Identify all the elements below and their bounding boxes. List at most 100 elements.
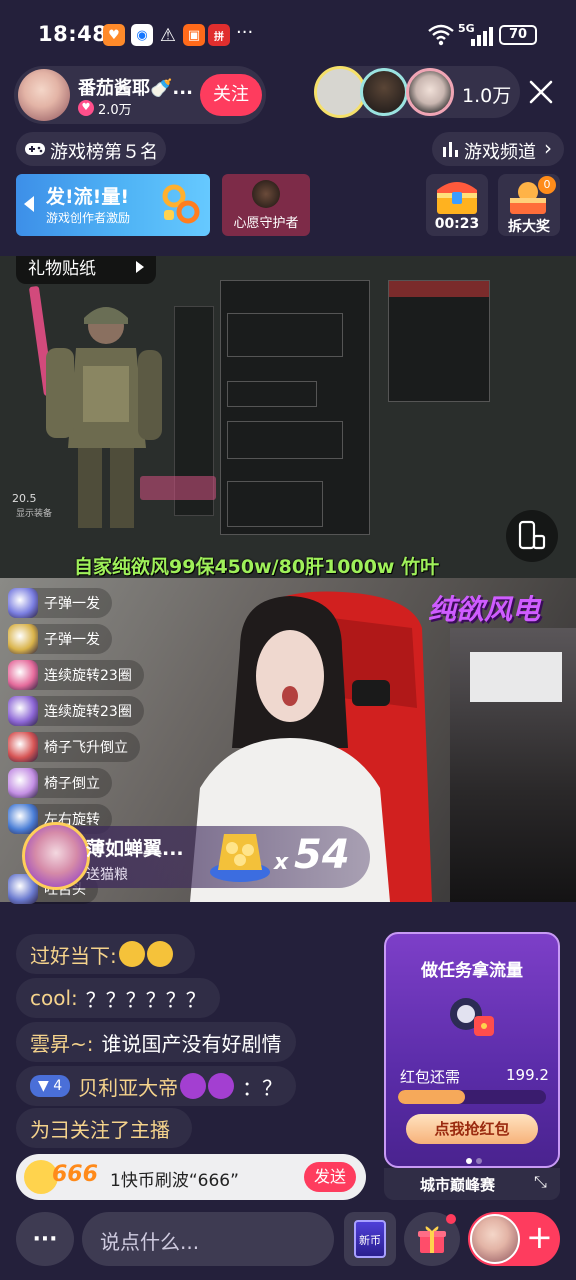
- cat-food-icon: [210, 834, 270, 882]
- quick-send-bar[interactable]: 666 1快币刷波“666” 发送: [16, 1154, 366, 1200]
- quick-send-button[interactable]: 发送: [304, 1162, 356, 1192]
- quick-send-badge: 666: [52, 1162, 98, 1187]
- streamer-follow-shortcut[interactable]: +: [468, 1212, 560, 1266]
- hud-hint: 显示装备: [16, 509, 53, 519]
- gift-list-item: 子弹一发: [8, 624, 112, 654]
- big-prize[interactable]: 0 拆大奖: [498, 174, 560, 236]
- more-button[interactable]: ···: [16, 1212, 74, 1266]
- task-card[interactable]: 做任务拿流量 红包还需 199.2 点我抢红包: [384, 932, 560, 1168]
- chat-username[interactable]: 雲昇~:: [30, 1028, 94, 1057]
- collapse-icon[interactable]: ⤡: [534, 1172, 547, 1192]
- taobao-icon: ♥: [103, 24, 125, 46]
- grab-redpacket-button[interactable]: 点我抢红包: [406, 1114, 538, 1144]
- gift-icon: [8, 768, 38, 798]
- game-channel-link[interactable]: 游戏频道 ›: [432, 132, 564, 166]
- loot-header: [389, 281, 489, 297]
- chest-timer: 00:23: [434, 216, 480, 232]
- pinduoduo-icon: 拼: [208, 24, 230, 46]
- chat-text: ？？？？？？: [85, 987, 206, 1012]
- battery-indicator: 70: [499, 25, 537, 45]
- redpacket-progress: [398, 1090, 546, 1104]
- viewer-avatar-3[interactable]: [406, 68, 454, 116]
- gift-list-item: 椅子倒立: [8, 768, 112, 798]
- chat-message[interactable]: cool: ？？？？？？: [16, 978, 220, 1018]
- inventory-grid: [227, 421, 343, 459]
- promo-banner[interactable]: 发!流!量! 游戏创作者激励: [16, 174, 210, 236]
- chat-username[interactable]: 过好当下:: [30, 940, 117, 969]
- rotate-screen-icon: [518, 520, 546, 550]
- sender-avatar[interactable]: [22, 822, 90, 890]
- gift-icon: [8, 732, 38, 762]
- gift-box-icon: [418, 1226, 446, 1253]
- streamer-fans: 2.0万: [98, 103, 132, 118]
- game-channel-label: 游戏频道: [464, 142, 536, 163]
- chat-username[interactable]: 贝利亚大帝: [78, 1072, 178, 1101]
- chat-text: 谁说国产没有好剧情: [101, 1031, 282, 1056]
- gift-combo-banner[interactable]: 薄如蝉翼... 送猫粮 x 54: [22, 822, 370, 890]
- treasure-chest[interactable]: 00:23: [426, 174, 488, 236]
- streamer-avatar[interactable]: [18, 69, 70, 121]
- game-screen[interactable]: 20.5 显示装备 礼物贴纸 自家纯欲风99保450w/80肝1000w 竹叶: [0, 256, 576, 578]
- chat-message[interactable]: 雲昇~: 谁说国产没有好剧情: [16, 1022, 296, 1062]
- redpacket-progress-fill: [398, 1090, 465, 1104]
- chest-icon: [437, 182, 477, 214]
- gift-list-label: 子弹一发: [44, 596, 100, 612]
- comment-placeholder: 说点什么...: [100, 1230, 200, 1254]
- warning-icon: ⚠: [159, 24, 177, 46]
- viewer-avatar-1[interactable]: [314, 66, 366, 118]
- inventory-grid: [227, 481, 323, 527]
- app-icon: ▣: [183, 24, 205, 46]
- wish-guardian[interactable]: 心愿守护者: [222, 174, 310, 236]
- guardian-avatar: [252, 180, 280, 208]
- streamer-mini-avatar: [470, 1214, 520, 1264]
- gift-list-label: 连续旋转23圈: [44, 668, 132, 684]
- chat-message[interactable]: 过好当下:: [16, 934, 195, 974]
- chat-username[interactable]: cool:: [30, 986, 78, 1010]
- carousel-dot: [476, 1158, 482, 1164]
- heart-icon: ♥: [78, 100, 94, 116]
- wifi-icon: [428, 24, 454, 46]
- rotate-screen-button[interactable]: [506, 510, 558, 562]
- cam-watermark: 纯欲风电: [428, 593, 541, 626]
- city-match-label: 城市巅峰赛: [420, 1176, 496, 1194]
- bar-chart-icon: [443, 142, 458, 157]
- gift-list-label: 椅子倒立: [44, 776, 100, 792]
- streamer-name: 番茄酱耶🍼...: [78, 78, 193, 99]
- gift-list-label: 椅子飞升倒立: [44, 740, 128, 756]
- rocket-redpacket-icon: [450, 998, 494, 1036]
- gift-list-item: 连续旋转23圈: [8, 660, 144, 690]
- task-title: 做任务拿流量: [421, 961, 523, 981]
- status-more: ···: [236, 22, 254, 43]
- gift-icon: [8, 624, 38, 654]
- gift-button[interactable]: [404, 1212, 460, 1266]
- gift-sender-name: 薄如蝉翼...: [86, 838, 184, 860]
- city-match-bar[interactable]: 城市巅峰赛 ⤡: [384, 1168, 560, 1200]
- close-icon[interactable]: [528, 79, 554, 105]
- chevron-left-icon: [24, 196, 34, 212]
- big-prize-label: 拆大奖: [508, 219, 550, 235]
- clock: 18:48: [38, 22, 108, 46]
- signal-icon: [471, 27, 493, 46]
- loot-panel: [388, 280, 490, 402]
- viewer-count[interactable]: 1.0万: [462, 81, 511, 108]
- redpacket-value: 199.2: [506, 1066, 549, 1084]
- user-level-badge: ▼ 4: [30, 1075, 71, 1097]
- inventory-grid: [227, 313, 343, 357]
- gamepad-icon: [25, 143, 45, 155]
- card-button[interactable]: 新币: [344, 1212, 396, 1266]
- viewer-avatar-2[interactable]: [360, 68, 408, 116]
- ranking-badge[interactable]: 游戏榜第５名: [16, 132, 166, 166]
- gift-icon: [8, 696, 38, 726]
- chevron-right-icon: ›: [544, 136, 552, 160]
- gift-list-item: 连续旋转23圈: [8, 696, 144, 726]
- follow-button[interactable]: 关注: [200, 74, 262, 116]
- comment-input[interactable]: 说点什么...: [82, 1212, 334, 1266]
- gift-sticker-button[interactable]: 礼物贴纸: [16, 256, 156, 284]
- chat-message[interactable]: 为彐关注了主播: [16, 1108, 192, 1148]
- promo-banner-subtitle: 游戏创作者激励: [46, 211, 131, 225]
- chat-username[interactable]: 为彐关注了主播: [30, 1114, 170, 1143]
- alipay-icon: ◉: [131, 24, 153, 46]
- chat-message[interactable]: ▼ 4 贝利亚大帝 ：？: [16, 1066, 297, 1106]
- redpacket-label: 红包还需: [400, 1068, 461, 1086]
- gift-icon: [8, 588, 38, 618]
